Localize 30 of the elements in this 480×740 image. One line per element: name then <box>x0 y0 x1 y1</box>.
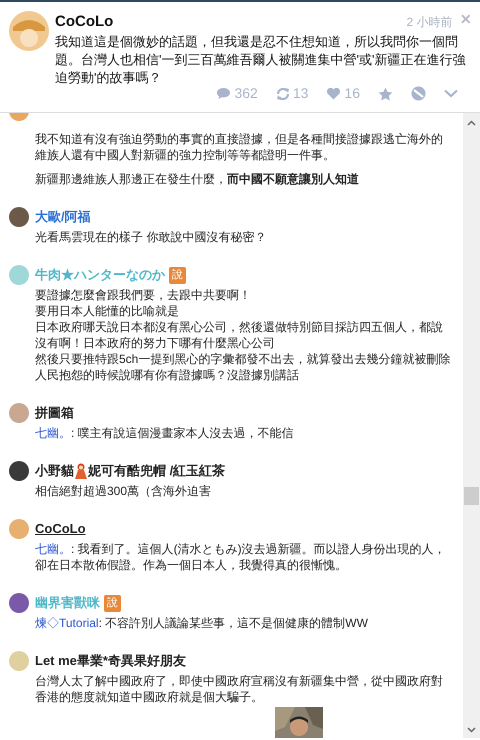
author-name[interactable]: CoCoLo <box>55 12 114 32</box>
username[interactable]: 拼圖箱 <box>35 405 74 421</box>
comment-text: 我不知道有沒有強迫勞動的事實的直接證據，但是各種間接證據跟逃亡海外的維族人還有中國人對新疆的強力控制等等都證明一件事。 <box>35 131 444 163</box>
repost-count: 13 <box>292 84 308 103</box>
username[interactable]: 妮可有酷兜帽 /紅玉紅茶 <box>88 463 226 479</box>
comment-text: 要用日本人能懂的比喻就是 <box>35 303 180 319</box>
comment-text: 台灣人太了解中國政府了，即使中國政府宣稱沒有新疆集中營，從中國政府對香港的態度就知道中國政府就是個大騙子。 <box>35 673 444 705</box>
badge: 說 <box>104 594 121 612</box>
badge: 說 <box>169 266 186 284</box>
comment-text: 新疆那邊維族人那邊正在發生什麼，而中國不願意讓別人知道 <box>35 171 360 187</box>
post-time: 2 小時前 <box>406 14 452 31</box>
like-count: 16 <box>344 84 360 103</box>
comment-text: 人民抱怨的時候說哪有你有證據嗎？沒證據別講話 <box>35 367 300 383</box>
comment-text: 相信絕對超過300萬（含海外迫害 <box>35 483 212 499</box>
comment-text: 然後只要推特跟5ch一提到黑心的字彙都發不出去，就算發出去幾分鐘就被刪除 <box>35 351 451 367</box>
comment-text: 七幽。: 噗主有說這個漫畫家本人沒去過，不能信 <box>35 425 295 441</box>
mention-link[interactable]: 七幽。 <box>35 426 71 440</box>
comment-text: 光看馬雲現在的樣子 你敢說中國沒有秘密？ <box>35 229 268 245</box>
username[interactable]: 小野貓 <box>35 463 74 479</box>
post-text: 我知道這是個微妙的話題，但我還是忍不住想知道，所以我問你一個問題。台灣人也相信'一到三百萬維吾爾人被關進集中營'或'新疆正在進行強迫勞動'的故事嗎？ <box>55 33 466 87</box>
username[interactable]: 大歐/阿福 <box>35 209 91 225</box>
username[interactable]: CoCoLo <box>35 521 86 537</box>
comment-text: 日本政府哪天說日本都沒有黑心公司，然後還做特別節目採訪四五個人，都說沒有啊！日本政府的努力下哪有什麼黑心公司 <box>35 319 444 351</box>
username[interactable]: Let me畢業*奇異果好朋友 <box>35 653 186 669</box>
mention-link[interactable]: 煉◇Tutorial <box>35 616 99 630</box>
response-count: 362 <box>234 84 258 103</box>
comment-text: 煉◇Tutorial: 不容許別人議論某些事，這不是個健康的體制WW <box>35 615 369 631</box>
comment-text: 要證據怎麼會跟我們要，去跟中共要啊！ <box>35 287 252 303</box>
comment-text: 七幽。: 我看到了。這個人(清水ともみ)沒去過新疆。而以證人身份出現的人，卻在日本散佈假證。作為一個日本人，我覺得真的很慚愧。 <box>35 541 447 573</box>
mention-link[interactable]: 七幽。 <box>35 542 71 556</box>
